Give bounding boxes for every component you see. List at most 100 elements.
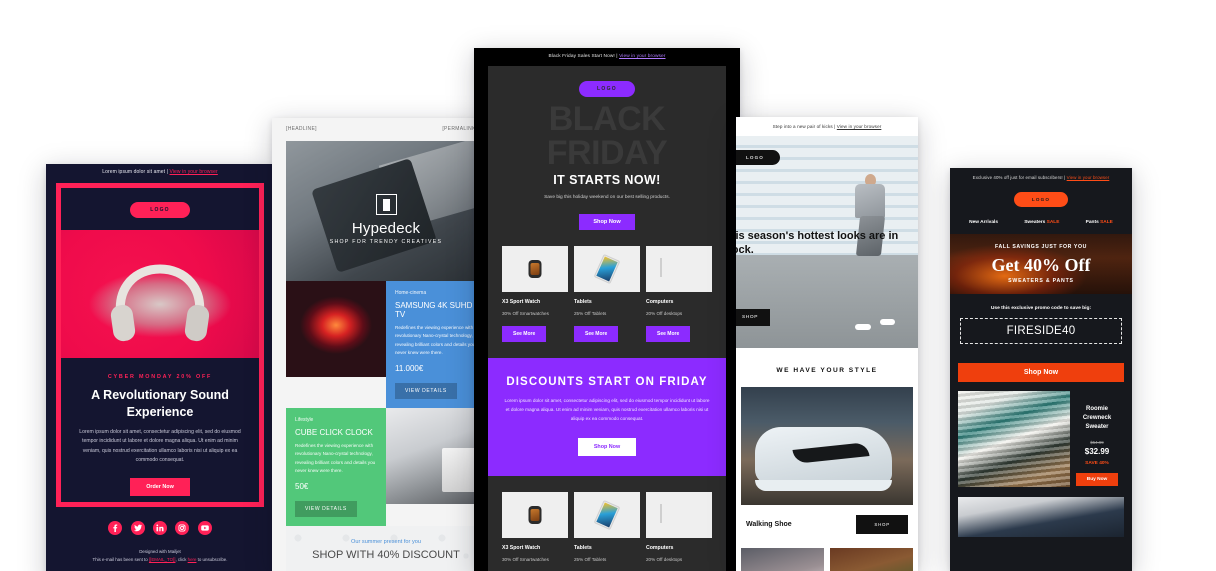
- headline-token: [HEADLINE]: [286, 126, 317, 132]
- nav-item-new-arrivals[interactable]: New Arrivals: [969, 220, 998, 225]
- facebook-icon[interactable]: [108, 520, 123, 535]
- footer-unsubscribe-line: This e-mail has been sent to [[EMAIL_TO]…: [52, 556, 268, 564]
- email-template-card-fall-savings[interactable]: Exclusive 40% off just for email subscri…: [950, 168, 1132, 571]
- product-cell: X3 Sport Watch 30% Off Smartwatches See …: [502, 246, 568, 342]
- hero-cta-wrap: Shop Now: [488, 200, 726, 246]
- fashion-hero-image: LOGO This season's hottest looks are in …: [736, 136, 918, 348]
- product-cell: Tablets 25% Off Tablets See More: [574, 246, 640, 342]
- logo-bar: LOGO: [61, 188, 259, 230]
- instagram-icon[interactable]: [175, 520, 190, 535]
- youtube-icon[interactable]: [197, 520, 212, 535]
- watch-icon: [528, 260, 542, 278]
- buy-now-button[interactable]: Buy Now: [1075, 473, 1119, 486]
- product-row-tv: Home-cinema SAMSUNG 4K SUHD TV Redefines…: [286, 281, 486, 408]
- promo-code[interactable]: FIRESIDE40: [960, 318, 1122, 344]
- logo-badge[interactable]: LOGO: [579, 81, 635, 97]
- hero-title: Get 40% Off: [991, 255, 1091, 275]
- promo-headline: SHOP WITH 40% DISCOUNT: [312, 548, 460, 561]
- hero-copy: CYBER MONDAY 20% OFF A Revolutionary Sou…: [61, 358, 259, 502]
- preheader-bar: [HEADLINE] [PERMALINK_FU: [272, 118, 500, 141]
- smartwatch-image: [502, 246, 568, 292]
- product-description: Redefines the viewing experience with re…: [395, 325, 476, 356]
- product-cell: X3 Sport Watch 30% Off Smartwatches See …: [502, 491, 568, 571]
- view-details-button[interactable]: VIEW DETAILS: [295, 500, 357, 517]
- product-title: SAMSUNG 4K SUHD TV: [395, 301, 473, 319]
- see-more-button[interactable]: See More: [646, 326, 691, 342]
- product-row-clock: Lifestyle CUBE CLICK CLOCK Redefines the…: [286, 407, 486, 526]
- twitter-icon[interactable]: [130, 520, 145, 535]
- next-product-image: [958, 497, 1124, 537]
- footer: Designed with Mailjet This e-mail has be…: [46, 545, 274, 571]
- shop-button[interactable]: SHOP: [856, 515, 908, 534]
- preheader-text: Black Friday Sales Start Now! |: [548, 54, 618, 59]
- email-template-card-sneakers[interactable]: Step into a new pair of kicks | View in …: [736, 117, 918, 571]
- product-name: Walking Shoe: [746, 521, 792, 528]
- view-in-browser-link[interactable]: View in your browser: [169, 169, 217, 175]
- fall-hero-image: FALL SAVINGS JUST FOR YOU Get 40% Off SW…: [950, 234, 1132, 294]
- hypedeck-hero-image: Hypedeck SHOP FOR TRENDY CREATIVES: [286, 141, 486, 281]
- logo-badge[interactable]: LOGO: [130, 202, 190, 218]
- tv-product-image: [286, 281, 386, 377]
- product-cell: Computers 20% Off desktops See More: [646, 246, 712, 342]
- shop-now-button[interactable]: Shop Now: [958, 363, 1124, 382]
- tablet-icon: [593, 253, 621, 285]
- nav-item-sweaters[interactable]: Sweaters SALE: [1024, 220, 1059, 225]
- product-cell: Tablets 25% Off Tablets See More: [574, 491, 640, 571]
- logo-bar: LOGO: [950, 186, 1132, 215]
- product-grid-top: X3 Sport Watch 30% Off Smartwatches See …: [488, 246, 726, 358]
- product-category: Lifestyle: [295, 416, 314, 423]
- sale-price: $32.99: [1084, 447, 1110, 456]
- body-text: Lorem ipsum dolor sit amet, consectetur …: [79, 429, 241, 464]
- footer-text-a: This e-mail has been sent to: [92, 557, 149, 563]
- product-row: Walking Shoe SHOP: [736, 505, 918, 548]
- product-title: CUBE CLICK CLOCK: [295, 427, 373, 437]
- email-template-card-black-friday[interactable]: Black Friday Sales Start Now! | View in …: [474, 48, 740, 571]
- product-desc: 20% Off desktops: [646, 556, 683, 562]
- see-more-button[interactable]: See More: [502, 326, 547, 342]
- email-body-lower: X3 Sport Watch 30% Off Smartwatches See …: [488, 475, 726, 571]
- preheader-text: Lorem ipsum dolor sit amet |: [102, 169, 168, 175]
- see-more-button[interactable]: See More: [574, 326, 619, 342]
- view-in-browser-link[interactable]: View in your browser: [837, 124, 882, 129]
- product-desc: 25% Off Tablets: [574, 556, 607, 562]
- email-template-card-cyber-monday[interactable]: Lorem ipsum dolor sit amet | View in you…: [46, 164, 274, 571]
- preheader-bar: Exclusive 40% off just for email subscri…: [950, 168, 1132, 186]
- imac-icon: [660, 503, 698, 523]
- view-details-button[interactable]: VIEW DETAILS: [395, 382, 457, 399]
- promo-label: Use this exclusive promo code to save bi…: [990, 306, 1092, 311]
- discount-band: DISCOUNTS START ON FRIDAY Lorem ipsum do…: [488, 358, 726, 476]
- walking-shoe-image: [741, 387, 913, 505]
- logo-badge[interactable]: LOGO: [1013, 192, 1069, 207]
- view-in-browser-link[interactable]: View in your browser: [619, 54, 665, 59]
- band-title: DISCOUNTS START ON FRIDAY: [506, 376, 708, 388]
- clock-product-info: Lifestyle CUBE CLICK CLOCK Redefines the…: [286, 407, 386, 526]
- nav-bar: New Arrivals Sweaters SALE Pants SALE: [950, 215, 1132, 234]
- product-thumbnails: [741, 548, 913, 571]
- nav-label: New Arrivals: [969, 220, 998, 225]
- sneaker-thumb-left[interactable]: [741, 548, 824, 571]
- view-in-browser-link[interactable]: View in your browser: [1067, 175, 1110, 180]
- product-description: Redefines the viewing experience with re…: [295, 442, 376, 474]
- order-now-button[interactable]: Order Now: [130, 477, 190, 496]
- product-name: X3 Sport Watch: [502, 544, 541, 551]
- kicker-text: CYBER MONDAY 20% OFF: [107, 374, 213, 380]
- hero-shop-button[interactable]: SHOP: [736, 309, 770, 326]
- logo-badge[interactable]: LOGO: [736, 150, 780, 165]
- sale-tag: SALE: [1046, 220, 1060, 225]
- band-shop-now-button[interactable]: Shop Now: [577, 437, 637, 456]
- headline: A Revolutionary Sound Experience: [91, 388, 229, 419]
- shop-now-button[interactable]: Shop Now: [579, 214, 635, 230]
- hero-frame: LOGO CYBER MONDAY 20% OFF A Revolutionar…: [56, 183, 264, 507]
- sneaker-thumb-right[interactable]: [830, 548, 913, 571]
- product-row: Roomie Crewneck Sweater $54.99 $32.99 SA…: [958, 391, 1124, 487]
- email-template-card-hypedeck[interactable]: [HEADLINE] [PERMALINK_FU Hypedeck SHOP F…: [272, 118, 500, 571]
- product-name: Computers: [646, 544, 674, 551]
- preheader-text: Exclusive 40% off just for email subscri…: [972, 175, 1066, 180]
- sweater-image: [958, 391, 1070, 487]
- product-cell: Computers 20% Off desktops See More: [646, 491, 712, 571]
- linkedin-icon[interactable]: [153, 520, 167, 535]
- nav-item-pants[interactable]: Pants SALE: [1086, 220, 1113, 225]
- promo-code-block: Use this exclusive promo code to save bi…: [950, 294, 1132, 354]
- headphones-hero-image: [61, 230, 259, 358]
- product-price: 50€: [295, 481, 309, 491]
